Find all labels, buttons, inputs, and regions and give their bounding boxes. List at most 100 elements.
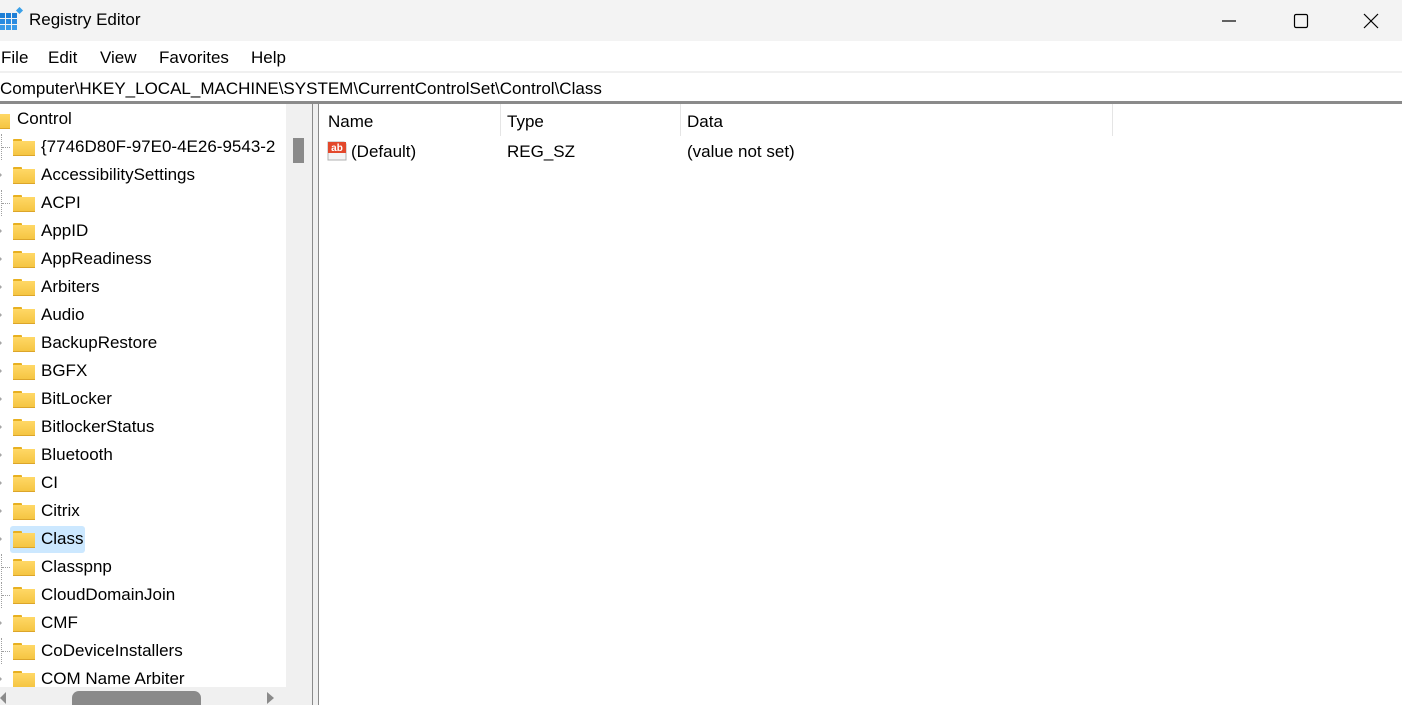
folder-icon [13, 531, 35, 548]
key-tree: Control {7746D80F-97E0-4E26-9543-2 Access… [0, 104, 286, 687]
tree-item-label: Audio [41, 305, 85, 324]
tree-item-label: CoDeviceInstallers [41, 641, 183, 660]
folder-icon [13, 391, 35, 408]
scrollbar-thumb[interactable] [293, 138, 304, 163]
scroll-left-icon[interactable] [0, 692, 6, 704]
folder-icon [13, 587, 35, 604]
minimize-button[interactable] [1194, 0, 1264, 41]
menu-view[interactable]: View [100, 48, 137, 68]
tree-item[interactable]: AccessibilitySettings [0, 162, 286, 188]
expand-chevron-icon[interactable] [0, 675, 2, 683]
window-title: Registry Editor [29, 10, 141, 29]
expand-chevron-icon[interactable] [0, 283, 2, 291]
folder-icon [13, 671, 35, 687]
tree-line [2, 203, 10, 204]
expand-chevron-icon[interactable] [0, 479, 2, 487]
values-list: Name Type Data ab (Default) REG_SZ (valu… [319, 104, 1402, 705]
expand-chevron-icon[interactable] [0, 171, 2, 179]
folder-icon [13, 279, 35, 296]
scroll-right-icon[interactable] [267, 692, 274, 704]
expand-chevron-icon[interactable] [0, 451, 2, 459]
folder-icon [13, 475, 35, 492]
tree-item-label: Arbiters [41, 277, 100, 296]
tree-item[interactable]: Citrix [0, 498, 286, 524]
tree-item[interactable]: CoDeviceInstallers [0, 638, 286, 664]
tree-item[interactable]: BitlockerStatus [0, 414, 286, 440]
tree-item[interactable]: Arbiters [0, 274, 286, 300]
expand-chevron-icon[interactable] [0, 255, 2, 263]
expand-chevron-icon[interactable] [0, 619, 2, 627]
tree-item-label: ACPI [41, 193, 81, 212]
tree-item[interactable]: Class [0, 526, 286, 553]
folder-icon [13, 223, 35, 240]
close-button[interactable] [1336, 0, 1402, 41]
column-divider[interactable] [680, 104, 681, 136]
expand-chevron-icon[interactable] [0, 507, 2, 515]
tree-item[interactable]: BackupRestore [0, 330, 286, 356]
tree-item-label: AccessibilitySettings [41, 165, 196, 184]
tree-item[interactable]: {7746D80F-97E0-4E26-9543-2 [0, 134, 286, 160]
expand-chevron-icon[interactable] [0, 227, 2, 235]
tree-item[interactable]: CMF [0, 610, 286, 636]
pane-splitter[interactable] [312, 104, 319, 705]
menu-edit[interactable]: Edit [48, 48, 77, 68]
column-divider[interactable] [500, 104, 501, 136]
minimize-icon [1222, 19, 1236, 22]
string-value-icon: ab [327, 141, 347, 161]
folder-icon [13, 643, 35, 660]
close-icon [1363, 13, 1379, 28]
expand-chevron-icon[interactable] [0, 395, 2, 403]
tree-item-label: BackupRestore [41, 333, 158, 352]
registry-editor-icon [0, 7, 24, 30]
menu-file[interactable]: File [1, 48, 28, 68]
expand-chevron-icon[interactable] [0, 339, 2, 347]
tree-item-label: CMF [41, 613, 78, 632]
tree-item[interactable]: ACPI [0, 190, 286, 216]
tree-line [2, 651, 10, 652]
tree-item-label: Control [17, 109, 72, 128]
tree-item[interactable]: Bluetooth [0, 442, 286, 468]
tree-vertical-scrollbar[interactable] [286, 104, 312, 687]
expand-chevron-icon[interactable] [0, 535, 2, 543]
folder-icon [13, 447, 35, 464]
address-path[interactable]: Computer\HKEY_LOCAL_MACHINE\SYSTEM\Curre… [0, 79, 602, 99]
tree-item-label: Classpnp [41, 557, 112, 576]
folder-icon [13, 615, 35, 632]
tree-item[interactable]: Classpnp [0, 554, 286, 580]
tree-item-label: Citrix [41, 501, 80, 520]
scrollbar-thumb[interactable] [72, 691, 201, 705]
folder-icon [13, 559, 35, 576]
svg-text:ab: ab [331, 143, 343, 154]
expand-chevron-icon[interactable] [0, 367, 2, 375]
tree-horizontal-scrollbar[interactable] [0, 687, 312, 705]
tree-line [2, 595, 10, 596]
tree-item-label: {7746D80F-97E0-4E26-9543-2 [41, 137, 276, 156]
tree-item-control[interactable]: Control [0, 106, 286, 132]
tree-item[interactable]: AppReadiness [0, 246, 286, 272]
tree-item[interactable]: CI [0, 470, 286, 496]
tree-item[interactable]: COM Name Arbiter [0, 666, 286, 687]
tree-item[interactable]: BGFX [0, 358, 286, 384]
address-bar[interactable]: Computer\HKEY_LOCAL_MACHINE\SYSTEM\Curre… [0, 74, 1402, 102]
column-divider[interactable] [1112, 104, 1113, 136]
folder-icon [0, 112, 10, 129]
menu-help[interactable]: Help [251, 48, 286, 68]
column-header-name[interactable]: Name [328, 112, 373, 132]
tree-item[interactable]: AppID [0, 218, 286, 244]
expand-chevron-icon[interactable] [0, 311, 2, 319]
tree-item[interactable]: Audio [0, 302, 286, 328]
tree-item-label: CloudDomainJoin [41, 585, 176, 604]
tree-item-label: AppReadiness [41, 249, 152, 268]
maximize-button[interactable] [1266, 0, 1336, 41]
expand-chevron-icon[interactable] [0, 423, 2, 431]
tree-line [2, 567, 10, 568]
folder-icon [13, 503, 35, 520]
tree-item[interactable]: BitLocker [0, 386, 286, 412]
column-header-type[interactable]: Type [507, 112, 544, 132]
column-header-data[interactable]: Data [687, 112, 723, 132]
tree-item[interactable]: CloudDomainJoin [0, 582, 286, 608]
folder-icon [13, 195, 35, 212]
value-name: (Default) [351, 142, 417, 161]
value-type: REG_SZ [507, 142, 576, 161]
menu-favorites[interactable]: Favorites [159, 48, 229, 68]
